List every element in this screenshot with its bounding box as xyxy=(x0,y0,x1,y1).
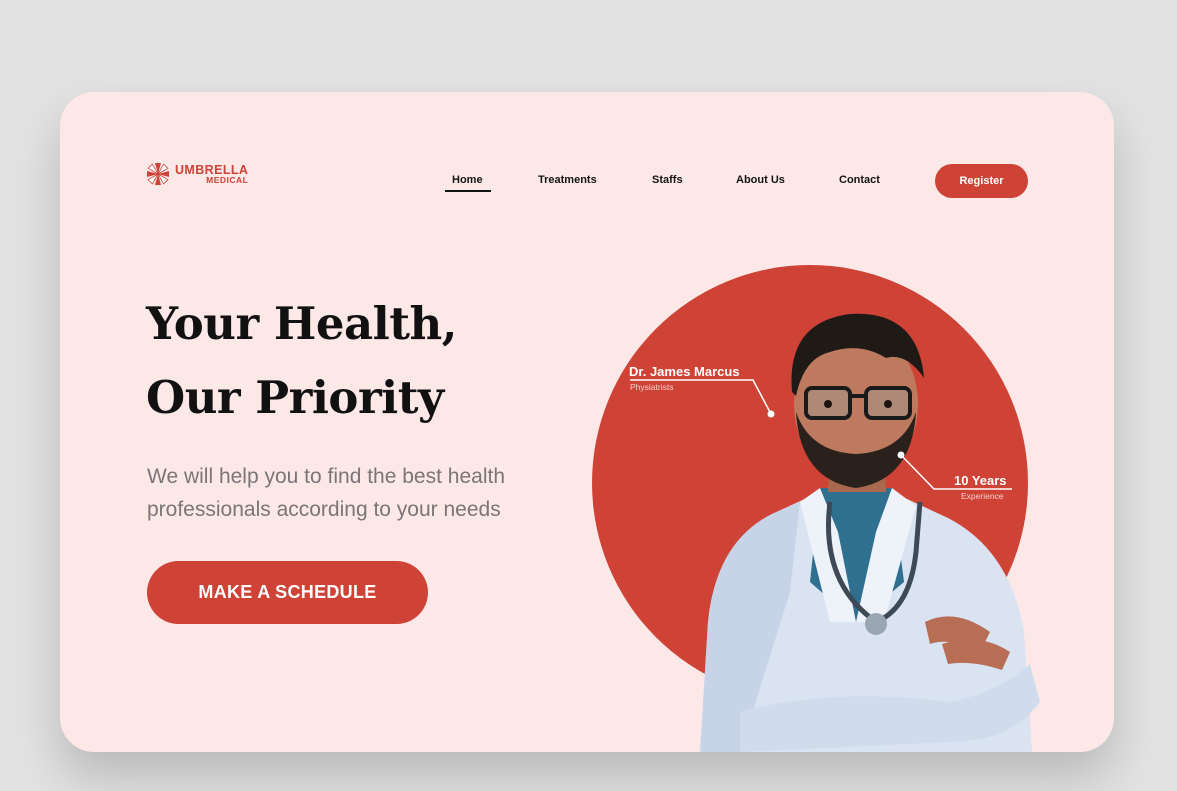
register-button[interactable]: Register xyxy=(935,164,1028,198)
hero-headline-line1: Your Health, xyxy=(146,297,457,350)
nav-item-staffs[interactable]: Staffs xyxy=(652,174,683,186)
make-schedule-button[interactable]: MAKE A SCHEDULE xyxy=(147,561,428,624)
doctor-role-label: Physiatrists xyxy=(630,382,674,392)
hero-headline-line2: Our Priority xyxy=(146,371,444,424)
hero-subtext: We will help you to find the best health… xyxy=(147,465,505,521)
doctor-experience-years: 10 Years xyxy=(954,473,1007,488)
hero-card: UMBRELLA MEDICAL Home Treatments Staffs … xyxy=(60,92,1114,752)
brand-logo[interactable]: UMBRELLA MEDICAL xyxy=(146,162,248,186)
nav-item-home[interactable]: Home xyxy=(452,174,483,186)
umbrella-logo-icon xyxy=(147,163,169,185)
nav-active-indicator xyxy=(445,190,491,192)
nav-item-contact[interactable]: Contact xyxy=(839,174,880,186)
nav-item-about-us[interactable]: About Us xyxy=(736,174,785,186)
doctor-photo xyxy=(700,313,1040,752)
nav-item-treatments[interactable]: Treatments xyxy=(538,174,597,186)
doctor-name-label: Dr. James Marcus xyxy=(629,364,740,379)
doctor-experience-caption: Experience xyxy=(961,491,1004,501)
brand-name: UMBRELLA MEDICAL xyxy=(175,164,248,184)
